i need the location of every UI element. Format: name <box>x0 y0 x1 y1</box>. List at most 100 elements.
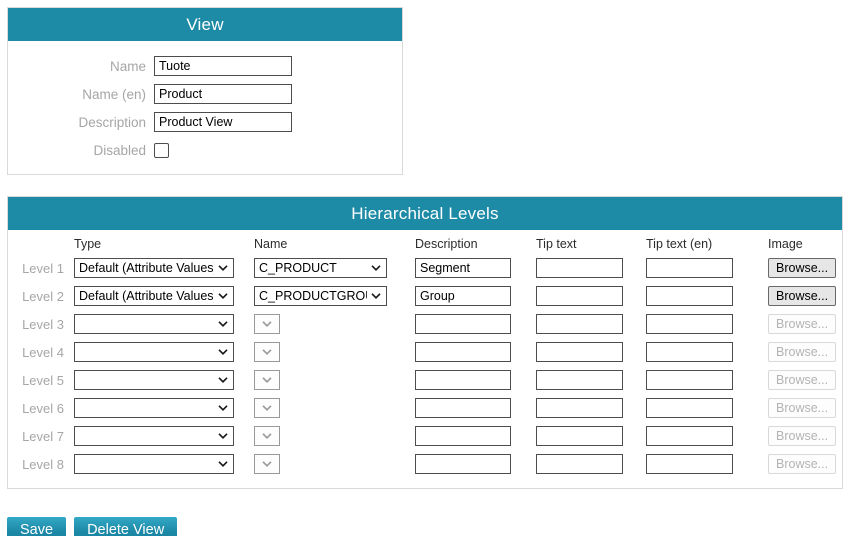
level-tip-text-input[interactable] <box>536 342 623 362</box>
level-name-select-disabled <box>254 342 280 362</box>
level-row: Level 2 Default (Attribute Values) C_PRODU… <box>8 282 842 310</box>
levels-panel-header: Hierarchical Levels <box>8 197 842 230</box>
level-description-input[interactable] <box>415 454 511 474</box>
hierarchical-levels-panel: Hierarchical Levels Type Name Descriptio… <box>7 196 843 489</box>
level-type-select[interactable] <box>74 398 234 418</box>
description-label: Description <box>8 115 146 130</box>
level-tip-text-en-input[interactable] <box>646 286 733 306</box>
level-name-select-disabled <box>254 398 280 418</box>
level-row: Level 4Browse... <box>8 338 842 366</box>
level-description-input[interactable] <box>415 342 511 362</box>
browse-button[interactable]: Browse... <box>768 286 836 306</box>
level-tip-text-en-input[interactable] <box>646 342 733 362</box>
level-name-select-disabled <box>254 370 280 390</box>
browse-button-disabled: Browse... <box>768 454 836 474</box>
level-name-select[interactable]: C_PRODUCT <box>254 258 387 278</box>
delete-view-button[interactable]: Delete View <box>74 517 177 536</box>
level-description-input[interactable] <box>415 258 511 278</box>
browse-button-disabled: Browse... <box>768 370 836 390</box>
chevron-down-icon <box>262 405 272 411</box>
level-tip-text-en-input[interactable] <box>646 426 733 446</box>
browse-button[interactable]: Browse... <box>768 258 836 278</box>
disabled-field-row: Disabled <box>8 136 402 164</box>
chevron-down-icon <box>262 377 272 383</box>
level-label: Level 5 <box>16 373 64 388</box>
level-description-input[interactable] <box>415 314 511 334</box>
name-label: Name <box>8 59 146 74</box>
chevron-down-icon <box>218 265 228 271</box>
name-en-input[interactable] <box>154 84 292 104</box>
level-tip-text-input[interactable] <box>536 398 623 418</box>
level-tip-text-en-input[interactable] <box>646 370 733 390</box>
browse-button-disabled: Browse... <box>768 314 836 334</box>
level-type-select[interactable]: Default (Attribute Values) <box>74 286 234 306</box>
browse-button-disabled: Browse... <box>768 342 836 362</box>
column-header-description: Description <box>415 237 511 251</box>
level-tip-text-input[interactable] <box>536 454 623 474</box>
page: View Name Name (en) Description Disabled <box>0 0 850 536</box>
level-tip-text-input[interactable] <box>536 314 623 334</box>
actions-bar: Save Delete View <box>7 517 843 536</box>
level-type-select[interactable] <box>74 454 234 474</box>
name-en-field-row: Name (en) <box>8 80 402 108</box>
level-label: Level 8 <box>16 457 64 472</box>
level-description-input[interactable] <box>415 398 511 418</box>
chevron-down-icon <box>262 461 272 467</box>
browse-button-disabled: Browse... <box>768 398 836 418</box>
description-input[interactable] <box>154 112 292 132</box>
level-name-select-disabled <box>254 314 280 334</box>
chevron-down-icon <box>218 349 228 355</box>
level-tip-text-en-input[interactable] <box>646 314 733 334</box>
chevron-down-icon <box>218 377 228 383</box>
name-input[interactable] <box>154 56 292 76</box>
name-field-row: Name <box>8 52 402 80</box>
level-label: Level 7 <box>16 429 64 444</box>
level-name-select[interactable]: C_PRODUCTGROUP <box>254 286 387 306</box>
view-panel-header: View <box>8 8 402 41</box>
save-button[interactable]: Save <box>7 517 66 536</box>
level-type-select[interactable] <box>74 314 234 334</box>
browse-button-disabled: Browse... <box>768 426 836 446</box>
level-row: Level 1Default (Attribute Values)C_PRODU… <box>8 254 842 282</box>
chevron-down-icon <box>218 293 228 299</box>
level-description-input[interactable] <box>415 286 511 306</box>
level-description-input[interactable] <box>415 426 511 446</box>
level-label: Level 6 <box>16 401 64 416</box>
level-row: Level 7 Browse... <box>8 422 842 450</box>
chevron-down-icon <box>218 405 228 411</box>
chevron-down-icon <box>262 349 272 355</box>
level-description-input[interactable] <box>415 370 511 390</box>
level-tip-text-input[interactable] <box>536 258 623 278</box>
level-tip-text-en-input[interactable] <box>646 258 733 278</box>
description-field-row: Description <box>8 108 402 136</box>
chevron-down-icon <box>218 433 228 439</box>
chevron-down-icon <box>218 321 228 327</box>
level-tip-text-en-input[interactable] <box>646 398 733 418</box>
name-en-label: Name (en) <box>8 87 146 102</box>
level-tip-text-input[interactable] <box>536 426 623 446</box>
level-type-select[interactable]: Default (Attribute Values) <box>74 258 234 278</box>
level-tip-text-input[interactable] <box>536 370 623 390</box>
levels-panel-title: Hierarchical Levels <box>351 204 498 224</box>
level-type-select[interactable] <box>74 370 234 390</box>
level-type-select[interactable] <box>74 342 234 362</box>
disabled-checkbox[interactable] <box>154 143 169 158</box>
view-panel-body: Name Name (en) Description Disabled <box>8 41 402 174</box>
disabled-label: Disabled <box>8 143 146 158</box>
column-header-name: Name <box>254 237 387 251</box>
view-panel: View Name Name (en) Description Disabled <box>7 7 403 175</box>
level-row: Level 6 Browse... <box>8 394 842 422</box>
column-header-tip-text-en: Tip text (en) <box>646 237 733 251</box>
column-header-image: Image <box>768 237 838 251</box>
level-type-select[interactable] <box>74 426 234 446</box>
level-row: Level 3 Browse... <box>8 310 842 338</box>
chevron-down-icon <box>262 321 272 327</box>
level-tip-text-input[interactable] <box>536 286 623 306</box>
levels-column-headers: Type Name Description Tip text Tip text … <box>8 232 842 254</box>
level-name-select-disabled <box>254 454 280 474</box>
level-tip-text-en-input[interactable] <box>646 454 733 474</box>
column-header-type: Type <box>74 237 234 251</box>
level-label: Level 3 <box>16 317 64 332</box>
chevron-down-icon <box>218 461 228 467</box>
level-label: Level 2 <box>16 289 64 304</box>
